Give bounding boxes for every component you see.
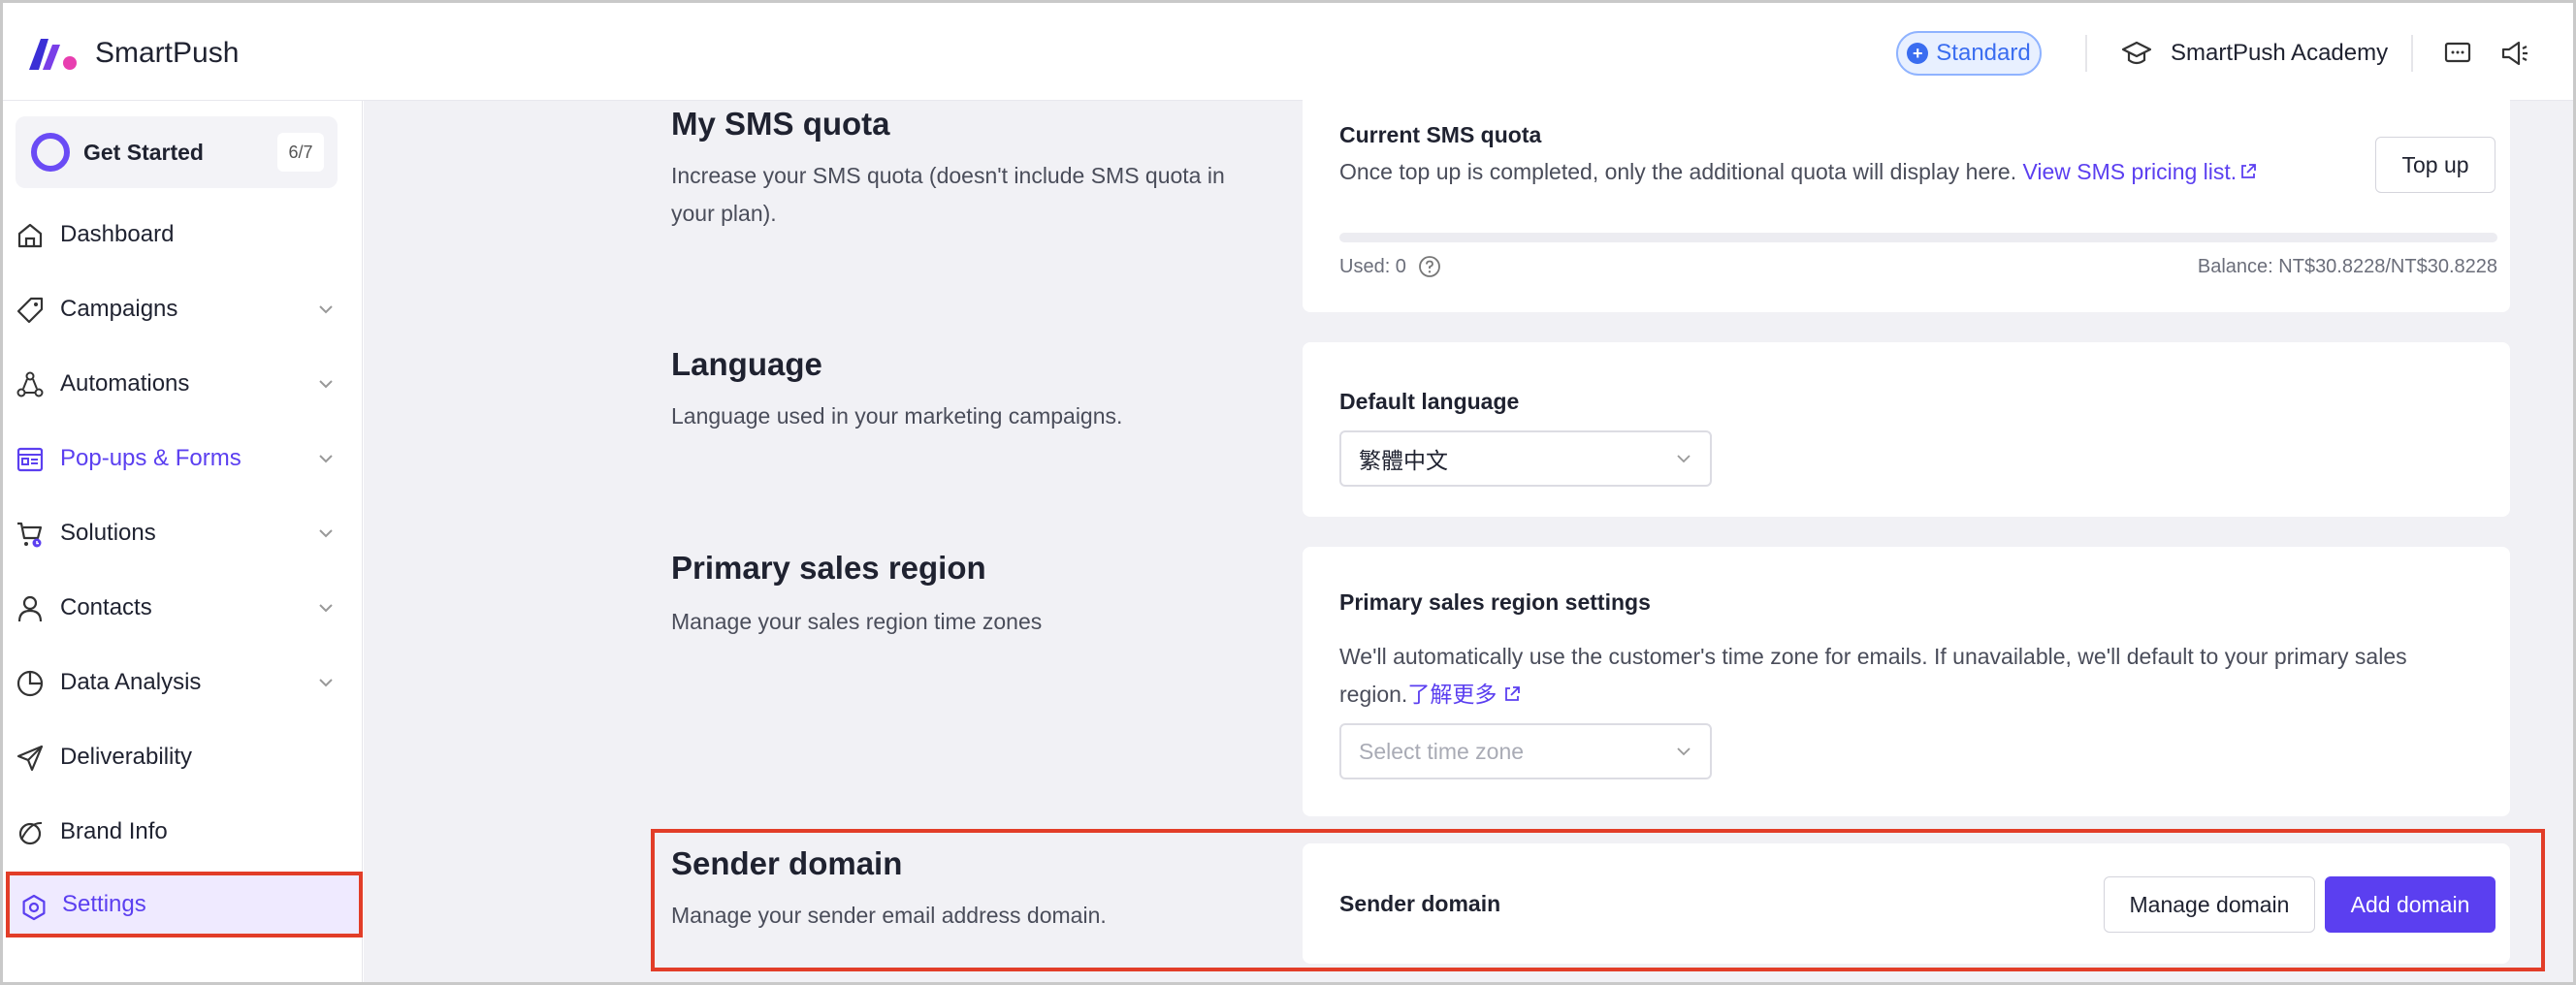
- sms-quota-note: Once top up is completed, only the addit…: [1339, 159, 2017, 184]
- home-icon: [17, 223, 43, 248]
- sidebar-item-data-analysis[interactable]: Data Analysis: [0, 651, 363, 714]
- time-zone-select[interactable]: Select time zone: [1339, 723, 1712, 779]
- default-language-select[interactable]: 繁體中文: [1339, 430, 1712, 487]
- card-text-line-2: region.了解更多: [1339, 676, 1522, 714]
- sms-quota-card: Current SMS quota Once top up is complet…: [1303, 93, 2510, 312]
- get-started-label: Get Started: [83, 140, 204, 165]
- sms-balance-label: Balance: NT$30.8228/NT$30.8228: [2197, 256, 2497, 277]
- automation-icon: [16, 371, 44, 397]
- cart-icon: [17, 522, 43, 548]
- section-title: Sender domain: [671, 845, 903, 881]
- section-description: Increase your SMS quota (doesn't include…: [671, 163, 1225, 226]
- sidebar-item-label: Data Analysis: [60, 669, 202, 695]
- get-started-progress: 6/7: [277, 133, 324, 172]
- person-icon: [17, 595, 43, 622]
- learn-more-link[interactable]: 了解更多: [1407, 682, 1522, 707]
- sms-used-text: Used: 0: [1339, 256, 1406, 277]
- section-title: My SMS quota: [671, 106, 890, 142]
- sms-used-label: Used: 0: [1339, 254, 1441, 279]
- add-domain-button[interactable]: Add domain: [2325, 876, 2496, 933]
- sms-usage-bar: [1339, 233, 2497, 242]
- academy-label: SmartPush Academy: [2171, 40, 2389, 66]
- plus-icon: +: [1907, 43, 1929, 64]
- external-link-icon: [2241, 164, 2257, 178]
- megaphone-icon[interactable]: [2498, 37, 2531, 70]
- brand-name: SmartPush: [95, 37, 240, 69]
- chevron-down-icon: [319, 604, 333, 613]
- sidebar-item-label: Deliverability: [60, 744, 193, 770]
- smartpush-logo[interactable]: [27, 35, 80, 72]
- form-icon: [16, 447, 44, 472]
- card-title: Current SMS quota: [1339, 122, 1542, 147]
- settings-main: My SMS quota Increase your SMS quota (do…: [364, 93, 2576, 985]
- sales-region-card: Primary sales region settings We'll auto…: [1303, 547, 2510, 816]
- card-title: Sender domain: [1339, 891, 1501, 916]
- progress-ring-icon: [31, 133, 70, 172]
- top-up-button[interactable]: Top up: [2375, 137, 2496, 193]
- chevron-down-icon: [319, 679, 333, 687]
- manage-domain-button[interactable]: Manage domain: [2104, 876, 2315, 933]
- settings-icon: [22, 894, 46, 921]
- language-card: Default language 繁體中文: [1303, 342, 2510, 517]
- sms-pricing-link-label: View SMS pricing list.: [2022, 159, 2238, 184]
- card-title: Primary sales region settings: [1339, 589, 1651, 615]
- chat-icon[interactable]: [2441, 37, 2474, 70]
- section-description: Manage your sender email address domain.: [671, 903, 1107, 928]
- sidebar-item-label: Pop-ups & Forms: [60, 445, 242, 471]
- tag-icon: [16, 297, 44, 324]
- sidebar-item-dashboard[interactable]: Dashboard: [0, 204, 363, 266]
- pie-chart-icon: [16, 670, 44, 697]
- divider: [2411, 35, 2413, 72]
- section-description: Language used in your marketing campaign…: [671, 403, 1123, 429]
- brand-icon: [18, 821, 43, 845]
- academy-link[interactable]: SmartPush Academy: [2120, 35, 2388, 72]
- region-note-tail: region.: [1339, 682, 1408, 707]
- sidebar-item-label: Campaigns: [60, 296, 178, 322]
- send-icon: [16, 745, 44, 772]
- sidebar-item-label: Contacts: [60, 594, 152, 620]
- sidebar-item-automations[interactable]: Automations: [0, 353, 363, 415]
- card-text: We'll automatically use the customer's t…: [1339, 644, 2407, 669]
- plan-badge[interactable]: + Standard: [1896, 31, 2042, 76]
- chevron-down-icon: [319, 380, 333, 389]
- chevron-down-icon: [319, 529, 333, 538]
- sms-pricing-link[interactable]: View SMS pricing list.: [2022, 159, 2258, 184]
- section-title: Language: [671, 346, 822, 382]
- sidebar-item-solutions[interactable]: Solutions: [0, 502, 363, 564]
- sender-domain-card: Sender domain Manage domain Add domain: [1303, 843, 2510, 964]
- graduation-cap-icon: [2121, 41, 2152, 65]
- external-link-icon: [1505, 686, 1521, 701]
- sidebar-item-label: Settings: [62, 891, 146, 917]
- sidebar-item-label: Dashboard: [60, 221, 175, 247]
- top-bar: SmartPush + Standard SmartPush Academy: [0, 0, 2576, 101]
- sidebar-item-brand-info[interactable]: Brand Info: [0, 801, 363, 863]
- chevron-down-icon: [319, 305, 333, 314]
- sidebar-item-label: Automations: [60, 370, 190, 397]
- time-zone-placeholder: Select time zone: [1359, 738, 1525, 764]
- learn-more-label: 了解更多: [1407, 682, 1497, 707]
- plan-badge-label: Standard: [1936, 40, 2031, 66]
- sidebar-item-campaigns[interactable]: Campaigns: [0, 278, 363, 340]
- card-title: Default language: [1339, 389, 1520, 414]
- section-title: Primary sales region: [671, 550, 986, 586]
- selected-language: 繁體中文: [1359, 448, 1448, 473]
- sidebar-item-label: Solutions: [60, 520, 156, 546]
- chevron-down-icon: [319, 455, 333, 463]
- chevron-down-icon: [1677, 455, 1690, 463]
- divider: [2085, 35, 2087, 72]
- sidebar-item-popups-forms[interactable]: Pop-ups & Forms: [0, 428, 363, 490]
- section-description: Manage your sales region time zones: [671, 609, 1043, 634]
- sidebar: Get Started 6/7 Dashboard Campaigns Auto…: [0, 101, 363, 985]
- help-icon[interactable]: [1418, 255, 1441, 278]
- card-text: Once top up is completed, only the addit…: [1339, 153, 2258, 191]
- sidebar-item-settings[interactable]: Settings: [6, 872, 363, 937]
- sidebar-item-deliverability[interactable]: Deliverability: [0, 726, 363, 788]
- sidebar-item-label: Brand Info: [60, 818, 168, 844]
- get-started-card[interactable]: Get Started 6/7: [16, 116, 338, 188]
- chevron-down-icon: [1677, 747, 1690, 756]
- sidebar-item-contacts[interactable]: Contacts: [0, 577, 363, 639]
